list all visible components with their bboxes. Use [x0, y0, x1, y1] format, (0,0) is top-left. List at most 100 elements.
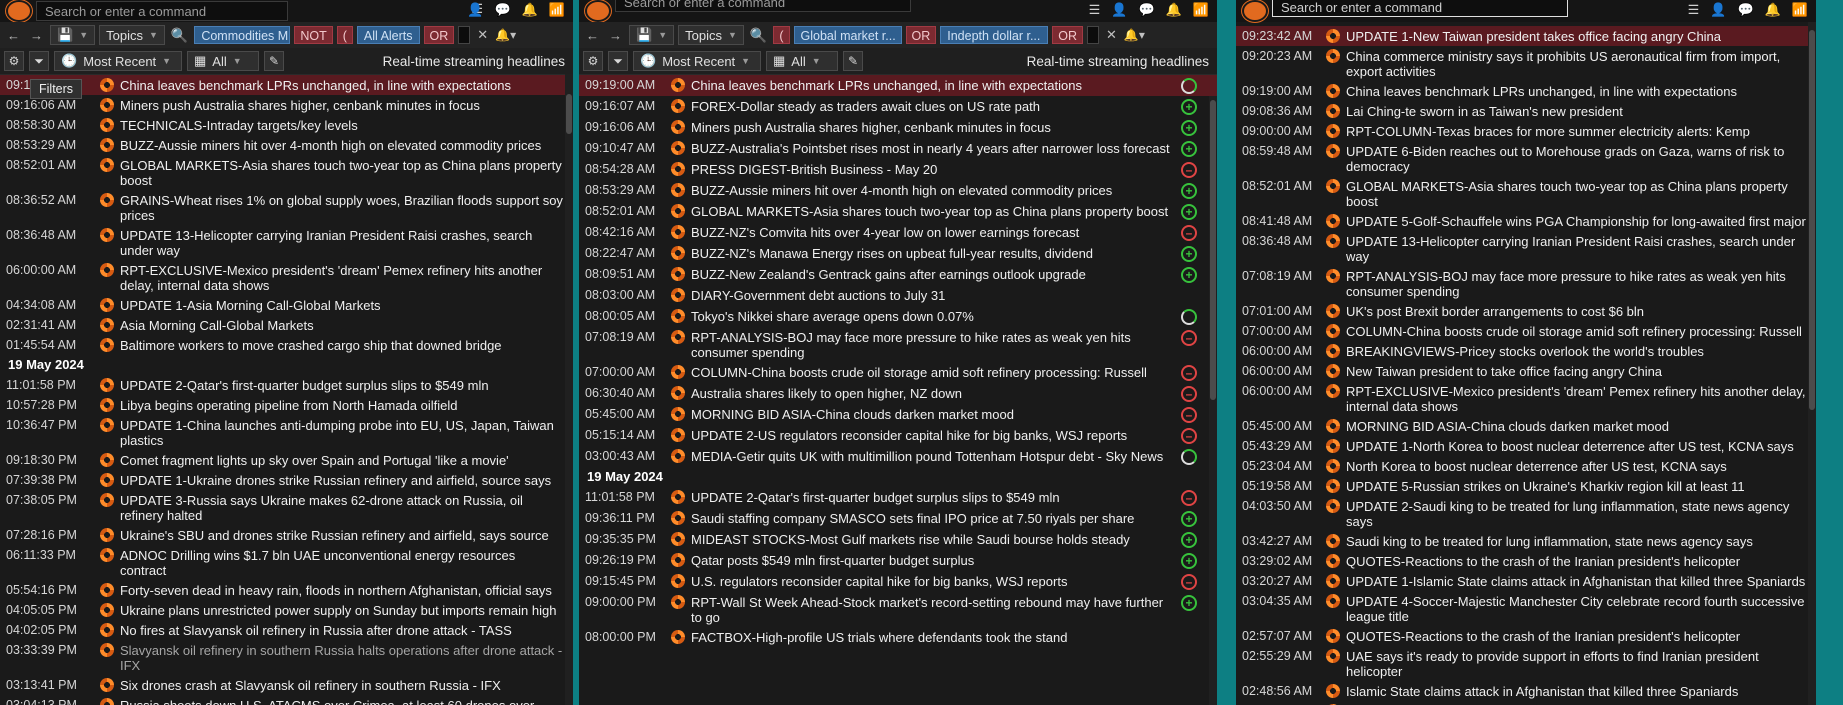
headline-text[interactable]: UAE says it's ready to provide support i… [1346, 649, 1816, 679]
headline-text[interactable]: Russia shoots down U.S. ATACMS over Crim… [120, 698, 573, 705]
headline-text[interactable]: Libya begins operating pipeline from Nor… [120, 398, 573, 413]
headline-text[interactable]: BUZZ-Australia's Pointsbet rises most in… [691, 141, 1181, 156]
filter-funnel-icon[interactable]: ⏷ [608, 51, 628, 71]
headline-row[interactable]: 02:31:41 AM Asia Morning Call-Global Mark… [0, 315, 573, 335]
headline-row[interactable]: 09:00:00 PM RPT-Wall St Week Ahead-Stock … [579, 592, 1217, 627]
headline-text[interactable]: Miners push Australia shares higher, cen… [120, 98, 573, 113]
menu-icon[interactable]: ☰ [1089, 2, 1101, 18]
headline-text[interactable]: Asia Morning Call-Global Markets [120, 318, 573, 333]
chat-icon[interactable]: 💬 [1138, 2, 1154, 18]
headline-row[interactable]: 05:45:00 AM MORNING BID ASIA-China clouds… [1236, 416, 1816, 436]
headline-text[interactable]: Ukraine plans unrestricted power supply … [120, 603, 573, 618]
headline-text[interactable]: UPDATE 3-Russia says Ukraine makes 62-dr… [120, 493, 573, 523]
headline-row[interactable]: 02:55:29 AM UAE says it's ready to provid… [1236, 646, 1816, 681]
headline-row[interactable]: 08:00:00 PM FACTBOX-High-profile US trial… [579, 627, 1217, 648]
headline-row[interactable]: 08:53:29 AM BUZZ-Aussie miners hit over 4… [0, 135, 573, 155]
headline-row[interactable]: 09:16:06 AM Miners push Australia shares … [579, 117, 1217, 138]
headline-text[interactable]: UPDATE 1-Islamic State claims attack in … [1346, 574, 1816, 589]
forward-arrow-icon[interactable]: → [606, 28, 625, 43]
headline-row[interactable]: 04:05:05 PM Ukraine plans unrestricted po… [0, 600, 573, 620]
headline-row[interactable]: 09:18:30 PM Comet fragment lights up sky … [0, 450, 573, 470]
headline-row[interactable]: 07:08:19 AM RPT-ANALYSIS-BOJ may face mor… [1236, 266, 1816, 301]
query-chip-or[interactable]: OR [1052, 26, 1083, 44]
headline-text[interactable]: Qatar posts $549 mln first-quarter budge… [691, 553, 1181, 568]
headline-row[interactable]: 05:23:04 AM North Korea to boost nuclear … [1236, 456, 1816, 476]
headline-text[interactable]: Comet fragment lights up sky over Spain … [120, 453, 573, 468]
headline-text[interactable]: GLOBAL MARKETS-Asia shares touch two-yea… [120, 158, 573, 188]
headline-row[interactable]: 03:20:27 AM UPDATE 1-Islamic State claims… [1236, 571, 1816, 591]
headline-text[interactable]: GLOBAL MARKETS-Asia shares touch two-yea… [691, 204, 1181, 219]
headline-text[interactable]: UPDATE 1-Asia Morning Call-Global Market… [120, 298, 573, 313]
headline-text[interactable]: Six drones crash at Slavyansk oil refine… [120, 678, 573, 693]
scrollbar[interactable] [565, 74, 573, 705]
command-search-input[interactable]: Search or enter a command [615, 0, 911, 12]
headline-row[interactable]: 02:57:07 AM QUOTES-Reactions to the crash… [1236, 626, 1816, 646]
headline-text[interactable]: UPDATE 4-Soccer-Majestic Manchester City… [1346, 594, 1816, 624]
headline-row[interactable]: 08:36:52 AM GRAINS-Wheat rises 1% on glob… [0, 190, 573, 225]
back-arrow-icon[interactable]: ← [4, 28, 23, 43]
headline-text[interactable]: UPDATE 2-Qatar's first-quarter budget su… [691, 490, 1181, 505]
headline-text[interactable]: Islamic State claims attack in Afghanist… [1346, 684, 1816, 699]
headline-text[interactable]: UPDATE 6-Biden reaches out to Morehouse … [1346, 144, 1816, 174]
headline-row[interactable]: 09:23:42 AM UPDATE 1-New Taiwan president… [1236, 26, 1816, 46]
headline-row[interactable]: 07:08:19 AM RPT-ANALYSIS-BOJ may face mor… [579, 327, 1217, 362]
chat-icon[interactable]: 💬 [494, 2, 510, 18]
view-all-dropdown[interactable]: ▦ All ▼ [766, 51, 838, 71]
headline-row[interactable]: 05:45:00 AM MORNING BID ASIA-China clouds… [579, 404, 1217, 425]
headline-row[interactable]: 03:33:39 PM Slavyansk oil refinery in sou… [0, 640, 573, 675]
headline-text[interactable]: UPDATE 2-Saudi king to be treated for lu… [1346, 499, 1816, 529]
scrollbar-thumb[interactable] [1210, 100, 1216, 400]
headline-row[interactable]: 08:42:16 AM BUZZ-NZ's Comvita hits over 4… [579, 222, 1217, 243]
headline-row[interactable]: 03:00:43 AM MEDIA-Getir quits UK with mul… [579, 446, 1217, 467]
app-logo-icon[interactable] [585, 0, 611, 22]
headline-row[interactable]: 08:52:01 AM GLOBAL MARKETS-Asia shares to… [0, 155, 573, 190]
view-all-dropdown[interactable]: ▦ All ▼ [187, 51, 259, 71]
headline-text[interactable]: UPDATE 1-Ukraine drones strike Russian r… [120, 473, 573, 488]
settings-gear-icon[interactable]: ⚙ [583, 51, 603, 71]
headline-text[interactable]: MIDEAST STOCKS-Most Gulf markets rise wh… [691, 532, 1181, 547]
headline-text[interactable]: ADNOC Drilling wins $1.7 bln UAE unconve… [120, 548, 573, 578]
headline-row[interactable]: 09:36:11 PM Saudi staffing company SMASCO… [579, 508, 1217, 529]
alert-bell-icon[interactable]: 🔔▾ [495, 28, 516, 42]
headline-row[interactable]: 09:35:35 PM MIDEAST STOCKS-Most Gulf mark… [579, 529, 1217, 550]
headline-row[interactable]: 07:28:16 PM Ukraine's SBU and drones stri… [0, 525, 573, 545]
headline-row[interactable]: 10:36:47 PM UPDATE 1-China launches anti-… [0, 415, 573, 450]
clear-query-icon[interactable]: ✕ [474, 27, 491, 43]
headline-text[interactable]: Miners push Australia shares higher, cen… [691, 120, 1181, 135]
headline-row[interactable]: 04:02:05 PM No fires at Slavyansk oil ref… [0, 620, 573, 640]
headline-row[interactable]: 08:36:48 AM UPDATE 13-Helicopter carrying… [0, 225, 573, 260]
app-logo-icon[interactable] [1242, 0, 1268, 22]
headline-row[interactable]: 09:15:45 PM U.S. regulators reconsider ca… [579, 571, 1217, 592]
headline-text[interactable]: RPT-Wall St Week Ahead-Stock market's re… [691, 595, 1181, 625]
headline-row[interactable]: 06:30:40 AM Australia shares likely to op… [579, 383, 1217, 404]
headline-text[interactable]: UPDATE 1-North Korea to boost nuclear de… [1346, 439, 1816, 454]
back-arrow-icon[interactable]: ← [583, 28, 602, 43]
query-chip-not[interactable]: NOT [294, 26, 333, 44]
headline-row[interactable]: 07:01:00 AM UK's post Brexit border arran… [1236, 301, 1816, 321]
command-search-input[interactable]: Search or enter a command [36, 1, 288, 21]
headline-row[interactable]: 09:19 China leaves benchmark LPRs unchang… [0, 75, 573, 95]
settings-gear-icon[interactable]: ⚙ [4, 51, 24, 71]
headline-row[interactable]: 08:41:48 AM UPDATE 5-Golf-Schauffele wins… [1236, 211, 1816, 231]
app-logo-icon[interactable] [6, 0, 32, 22]
forward-arrow-icon[interactable]: → [27, 28, 46, 43]
headline-text[interactable]: UPDATE 1-New Taiwan president takes offi… [1346, 29, 1816, 44]
headline-row[interactable]: 05:19:58 AM UPDATE 5-Russian strikes on U… [1236, 476, 1816, 496]
headline-row[interactable]: 08:09:51 AM BUZZ-New Zealand's Gentrack g… [579, 264, 1217, 285]
menu-icon[interactable]: ☰ [1688, 2, 1700, 18]
headline-text[interactable]: UPDATE 5-Russian strikes on Ukraine's Kh… [1346, 479, 1816, 494]
headline-text[interactable]: MORNING BID ASIA-China clouds darken mar… [1346, 419, 1816, 434]
headline-text[interactable]: RPT-EXCLUSIVE-Mexico president's 'dream'… [120, 263, 573, 293]
headline-row[interactable]: 04:03:50 AM UPDATE 2-Saudi king to be tre… [1236, 496, 1816, 531]
headline-text[interactable]: Saudi king to be treated for lung inflam… [1346, 534, 1816, 549]
headline-row[interactable]: 03:04:35 AM UPDATE 4-Soccer-Majestic Manc… [1236, 591, 1816, 626]
headline-row[interactable]: 03:04:13 PM Russia shoots down U.S. ATACM… [0, 695, 573, 705]
headline-text[interactable]: BUZZ-Aussie miners hit over 4-month high… [120, 138, 573, 153]
query-chip-paren[interactable]: ( [773, 26, 790, 44]
headline-row[interactable]: 05:43:29 AM UPDATE 1-North Korea to boost… [1236, 436, 1816, 456]
headline-row[interactable]: 03:29:02 AM QUOTES-Reactions to the crash… [1236, 551, 1816, 571]
headline-row[interactable]: 11:01:58 PM UPDATE 2-Qatar's first-quarte… [579, 487, 1217, 508]
headline-row[interactable]: 09:16:07 AM FOREX-Dollar steady as trader… [579, 96, 1217, 117]
command-search-input[interactable]: Search or enter a command [1272, 0, 1568, 17]
chat-icon[interactable]: 💬 [1737, 2, 1753, 18]
